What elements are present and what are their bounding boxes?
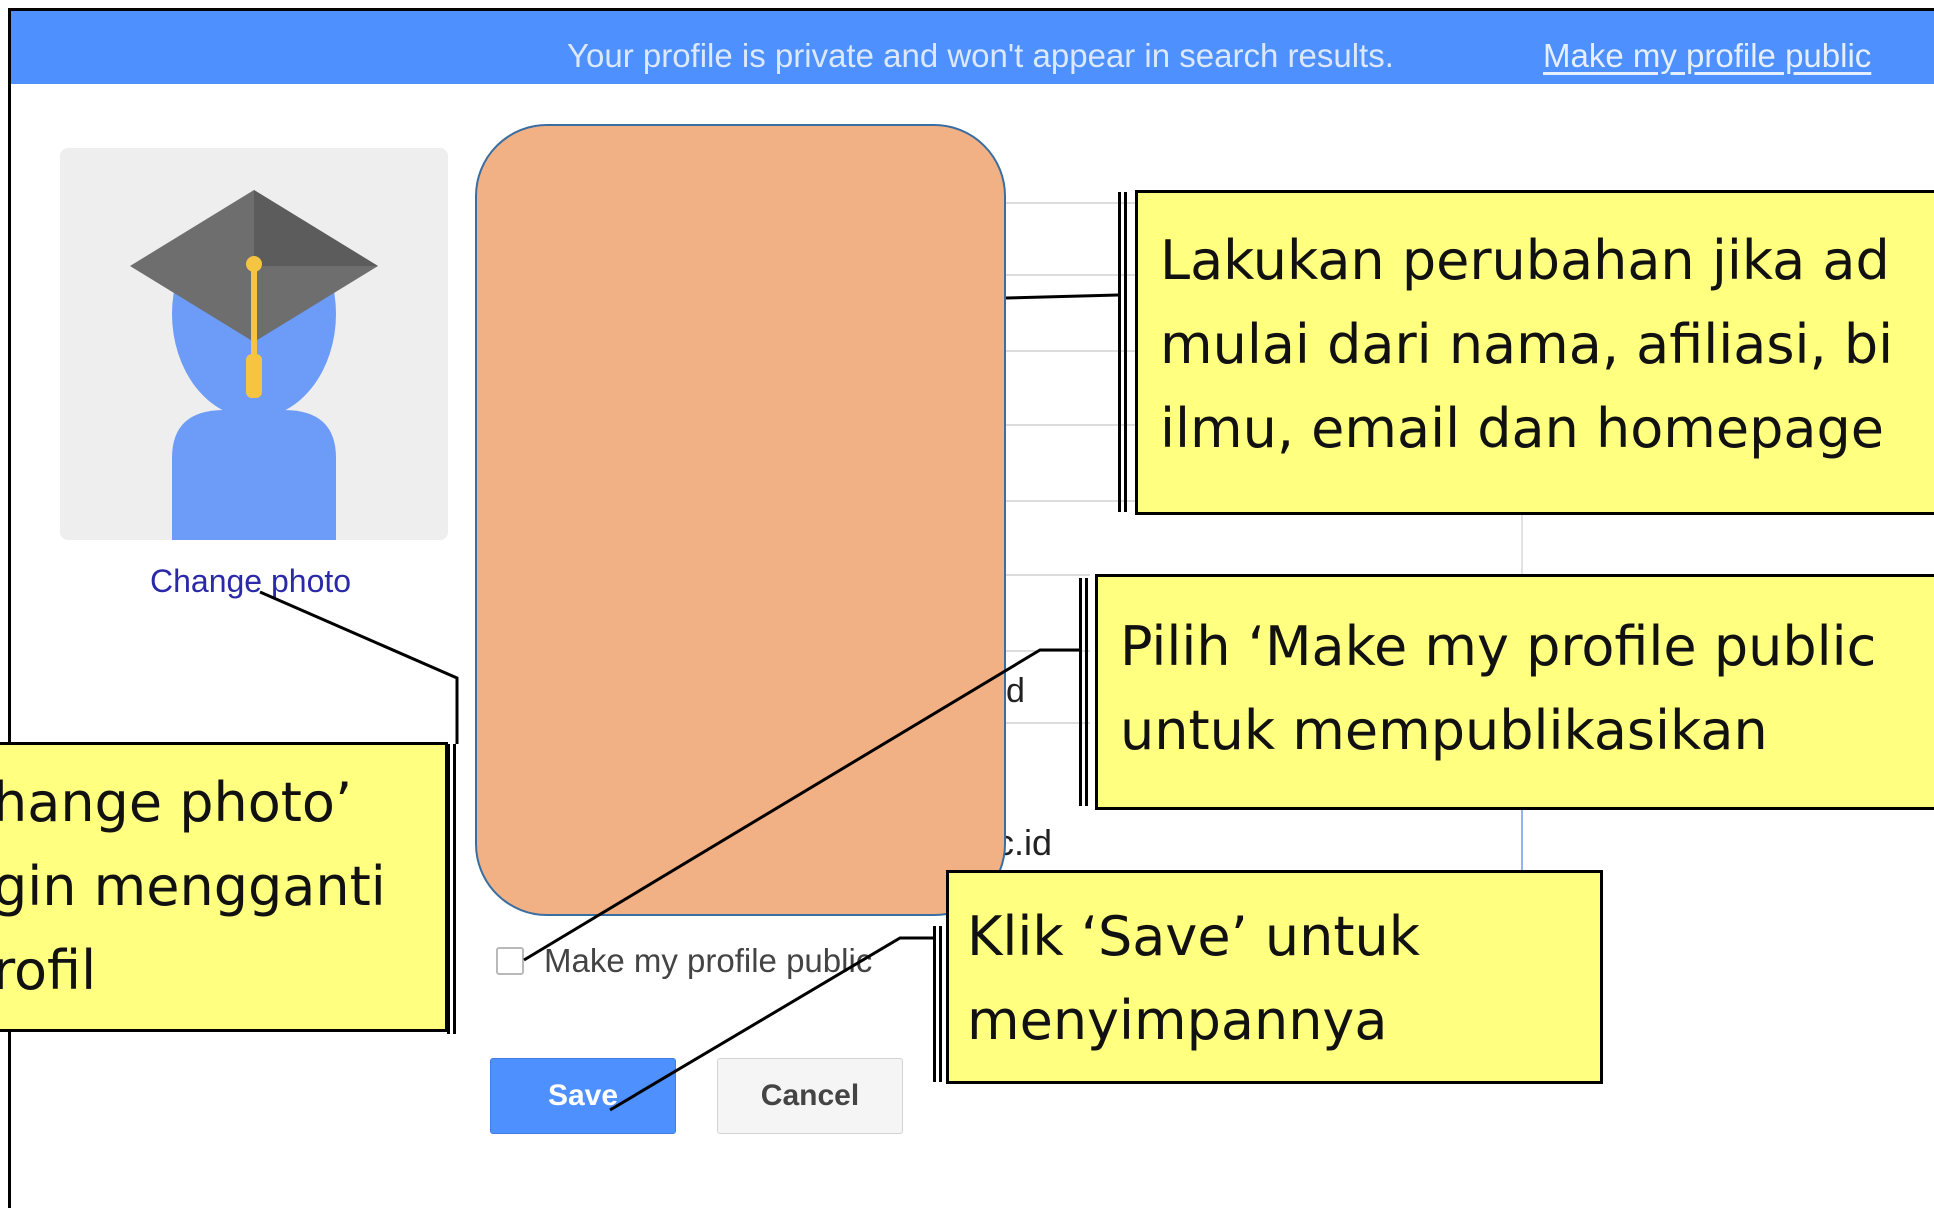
graduate-avatar-icon bbox=[130, 190, 378, 540]
make-public-checkbox[interactable] bbox=[496, 947, 524, 975]
change-photo-link[interactable]: Change photo bbox=[150, 563, 351, 600]
make-public-checkbox-label[interactable]: Make my profile public bbox=[544, 942, 872, 980]
form-field-line bbox=[1000, 350, 1135, 352]
callout-bracket bbox=[1118, 192, 1127, 512]
field-edge bbox=[1521, 800, 1523, 870]
callout-bracket bbox=[933, 926, 942, 1082]
redacted-form-area bbox=[475, 124, 1006, 916]
affiliation-field-fragment[interactable]: d bbox=[1006, 672, 1025, 711]
callout-change-photo-text: hange photo’ gin mengganti rofil bbox=[0, 771, 386, 1002]
callout-bracket bbox=[1079, 578, 1088, 806]
save-button[interactable]: Save bbox=[490, 1058, 676, 1134]
form-field-line bbox=[1000, 274, 1135, 276]
make-public-link[interactable]: Make my profile public bbox=[1543, 37, 1871, 75]
cancel-button[interactable]: Cancel bbox=[717, 1058, 903, 1134]
privacy-banner: Your profile is private and won't appear… bbox=[11, 11, 1934, 84]
form-field-line bbox=[1000, 650, 1090, 652]
form-field-line bbox=[1000, 202, 1135, 204]
callout-save-text: Klik ‘Save’ untuk menyimpannya bbox=[967, 905, 1421, 1052]
privacy-message: Your profile is private and won't appear… bbox=[567, 37, 1394, 74]
profile-photo[interactable] bbox=[60, 148, 448, 540]
form-field-line bbox=[1000, 424, 1135, 426]
form-field-line bbox=[1000, 722, 1090, 724]
form-field-line bbox=[1000, 500, 1135, 502]
callout-bracket bbox=[447, 744, 456, 1034]
callout-save: Klik ‘Save’ untuk menyimpannya bbox=[946, 870, 1603, 1084]
cancel-button-label: Cancel bbox=[760, 1079, 860, 1112]
form-field-line bbox=[1000, 574, 1090, 576]
callout-make-public: Pilih ‘Make my profile public untuk memp… bbox=[1095, 574, 1934, 810]
callout-change-photo: hange photo’ gin mengganti rofil bbox=[0, 742, 448, 1032]
callout-make-public-text: Pilih ‘Make my profile public untuk memp… bbox=[1120, 615, 1877, 762]
callout-edit-profile-text: Lakukan perubahan jika ad mulai dari nam… bbox=[1160, 229, 1894, 460]
callout-edit-profile: Lakukan perubahan jika ad mulai dari nam… bbox=[1135, 190, 1934, 515]
field-edge bbox=[1521, 512, 1523, 582]
save-button-label: Save bbox=[547, 1079, 619, 1112]
